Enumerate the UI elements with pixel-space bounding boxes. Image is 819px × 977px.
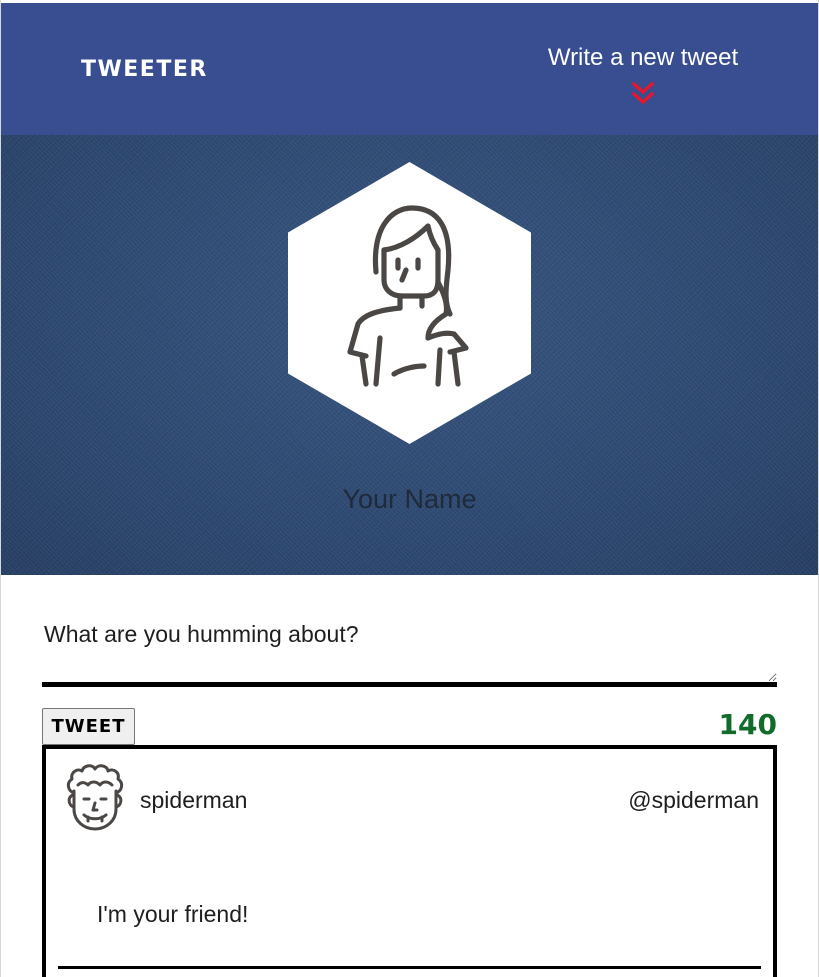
character-counter: 140 [718,708,777,741]
write-new-tweet-label: Write a new tweet [547,44,739,71]
tweet-card: spiderman @spiderman I'm your friend! [42,745,777,977]
write-new-tweet-link[interactable]: Write a new tweet [543,41,743,107]
profile-name: Your Name [342,484,477,514]
tweet-text-input[interactable] [42,604,777,682]
app-page: TWEETER Write a new tweet Your Name What… [0,0,819,977]
brand-logo: TWEETER [81,57,208,82]
top-navigation-bar: TWEETER Write a new tweet [1,3,818,135]
tweet-footer-divider [58,966,761,969]
profile-avatar [288,162,531,444]
tweet-content: I'm your friend! [97,901,249,927]
tweet-author-handle: @spiderman [628,787,759,813]
new-tweet-form [42,604,777,687]
tweet-input-underline [42,682,777,687]
curly-hair-man-avatar-icon [66,764,124,831]
double-chevron-down-icon [631,81,655,105]
tweet-author-name: spiderman [140,787,248,813]
tweet-submit-button[interactable]: TWEET [42,708,135,745]
